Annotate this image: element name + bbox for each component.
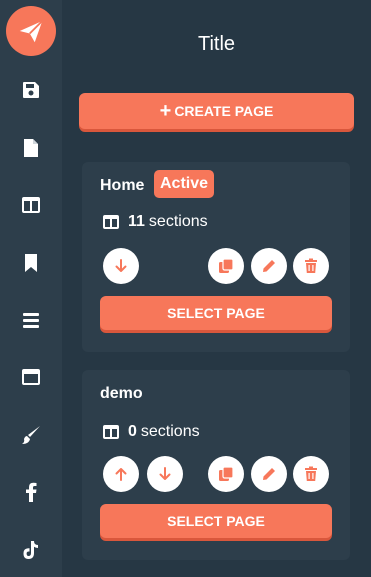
paper-plane-icon [19,20,43,43]
page-title: Title [197,33,236,55]
sections-count: 11 sections [102,213,208,231]
create-page-button[interactable]: + CREATE PAGE [79,93,354,129]
trash-icon [305,258,317,273]
select-page-button[interactable]: SELECT PAGE [100,296,332,330]
page-name: Home [100,177,145,194]
section-count-value: 11 [128,213,145,230]
sidebar-item-save[interactable] [17,76,45,104]
plus-icon: + [159,100,172,122]
columns-icon [103,425,119,439]
sidebar-item-columns[interactable] [17,191,45,219]
sidebar-item-list[interactable] [17,306,45,334]
save-icon [23,82,39,98]
list-icon [23,313,39,328]
pencil-icon [263,468,275,480]
sidebar-item-window[interactable] [17,363,45,391]
move-down-button[interactable] [147,456,183,492]
window-icon [22,369,40,385]
trash-icon [305,466,317,481]
page-name: demo [100,385,143,402]
columns-icon [22,197,40,213]
sidebar-item-file[interactable] [17,134,45,162]
copy-icon [219,466,234,481]
brush-icon [22,426,40,444]
page-card-demo: demo 0 sections SELECT PAGE [82,370,350,560]
edit-page-button[interactable] [251,456,287,492]
sidebar-item-bookmark[interactable] [17,249,45,277]
page-card-home: Home Active 11 sections SELECT PAGE [82,162,350,352]
move-up-button[interactable] [103,456,139,492]
facebook-icon [26,482,37,502]
main-panel: Title + CREATE PAGE Home Active 11 secti… [62,0,371,577]
arrow-down-icon [115,259,127,272]
sidebar-item-tiktok[interactable] [17,536,45,564]
edit-page-button[interactable] [251,248,287,284]
bookmark-icon [25,254,37,272]
active-badge: Active [154,170,215,198]
delete-page-button[interactable] [293,456,329,492]
file-icon [24,139,38,157]
arrow-down-icon [159,467,171,480]
move-down-button[interactable] [103,248,139,284]
columns-icon [103,215,119,229]
sections-count: 0 sections [102,423,200,441]
section-count-value: 0 [128,423,137,440]
delete-page-button[interactable] [293,248,329,284]
duplicate-page-button[interactable] [208,456,244,492]
sidebar-item-facebook[interactable] [17,478,45,506]
create-page-label: CREATE PAGE [174,103,274,119]
sidebar-item-brush[interactable] [17,421,45,449]
copy-icon [219,258,234,273]
duplicate-page-button[interactable] [208,248,244,284]
logo[interactable] [6,6,56,56]
sidebar [0,0,62,577]
arrow-up-icon [115,468,127,481]
pencil-icon [263,260,275,272]
tiktok-icon [23,541,38,559]
select-page-button[interactable]: SELECT PAGE [100,504,332,538]
sections-label: sections [140,423,200,440]
sections-label: sections [148,213,208,230]
